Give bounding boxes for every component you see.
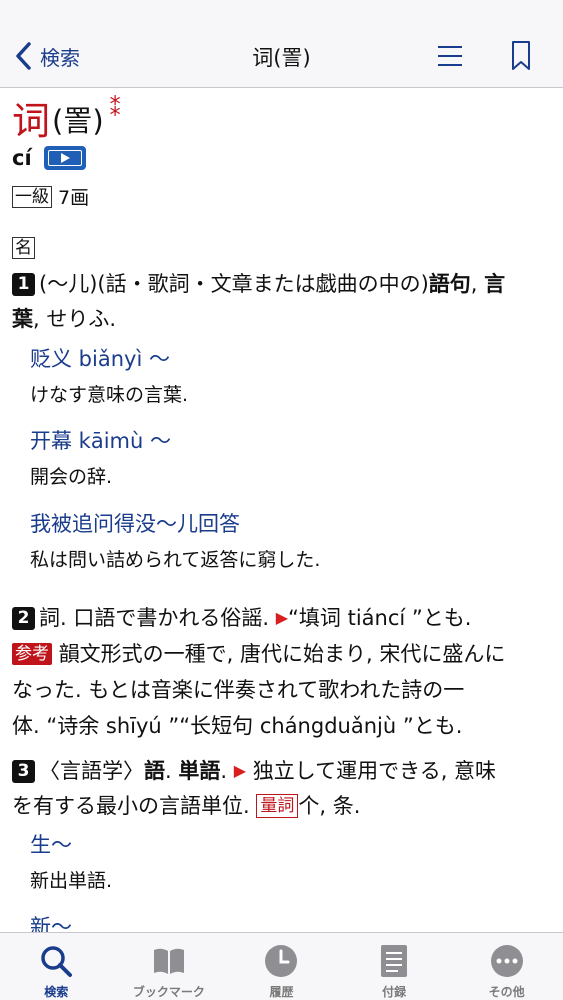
example-translation: けなす意味の言葉. bbox=[30, 384, 189, 406]
pinyin: cí bbox=[12, 146, 32, 170]
part-of-speech: 名 bbox=[12, 237, 35, 259]
sense-number: 3 bbox=[12, 760, 35, 783]
example-phrase[interactable]: 开幕 kāimù 〜 bbox=[30, 425, 171, 457]
tab-label: 検索 bbox=[44, 985, 69, 999]
pos-badge: 名 bbox=[12, 237, 35, 259]
example-phrase[interactable]: 贬义 biǎnyì 〜 bbox=[30, 343, 170, 375]
play-icon bbox=[60, 153, 70, 163]
tab-appendix[interactable]: 付録 bbox=[338, 933, 451, 1000]
traditional-form: (詈) bbox=[52, 104, 104, 138]
stroke-count: 7画 bbox=[58, 187, 90, 209]
play-audio-button[interactable] bbox=[43, 146, 86, 170]
example-phrase[interactable]: 新〜 bbox=[30, 911, 72, 932]
entry-content[interactable]: 词 (詈) ⁑ cí 一級 7画 名 1 (〜儿)(話・歌詞・文章または戯曲の中の… bbox=[0, 89, 563, 932]
tab-label: ブックマーク bbox=[132, 985, 205, 999]
search-icon bbox=[41, 946, 73, 977]
example-translation: 新出単語. bbox=[30, 870, 113, 892]
tab-label: 履歴 bbox=[269, 985, 294, 999]
example-phrase[interactable]: 生〜 bbox=[30, 829, 72, 861]
tab-more[interactable]: その他 bbox=[450, 933, 563, 1000]
sense-2-line-1: 2 詞. 口語で書かれる俗謡. ▶“填词 tiáncí ”とも. bbox=[12, 600, 471, 636]
sense-3-line-2: を有する最小の言語単位. 量詞 个, 条. bbox=[12, 794, 361, 818]
sense-number: 1 bbox=[12, 273, 35, 296]
sense-3-line-1: 3 〈言語学〉語. 単語. ▶ 独立して運用できる, 意味 bbox=[12, 753, 496, 789]
sense-2-line-3: なった. もとは音楽に伴奏されて歌われた詩の一 bbox=[12, 678, 465, 702]
tab-label: 付録 bbox=[382, 985, 407, 999]
bookmark-icon[interactable] bbox=[510, 40, 532, 72]
clock-icon bbox=[265, 945, 298, 977]
headword-row: 词 (詈) ⁑ bbox=[12, 97, 121, 144]
sense-2-line-4: 体. “诗余 shīyú ”“长短句 chángduǎnjù ”とも. bbox=[12, 714, 463, 738]
grade-badge: 一級 bbox=[12, 185, 52, 208]
tab-bar: 検索 ブックマーク 履歴 付録 その他 bbox=[0, 932, 563, 1000]
tab-bookmarks[interactable]: ブックマーク bbox=[113, 933, 226, 1000]
page-title: 词(詈) bbox=[252, 46, 311, 70]
grade-row: 一級 7画 bbox=[12, 183, 89, 210]
note-tag: 参考 bbox=[12, 643, 52, 665]
pinyin-row: cí bbox=[12, 146, 86, 170]
book-icon bbox=[153, 948, 184, 974]
sense-1-line-1: 1 (〜儿)(話・歌詞・文章または戯曲の中の)語句, 言 bbox=[12, 266, 505, 302]
example-translation: 私は問い詰められて返答に窮した. bbox=[30, 549, 321, 571]
document-icon bbox=[381, 945, 408, 977]
tab-search[interactable]: 検索 bbox=[0, 933, 113, 1000]
frequency-mark: ⁑ bbox=[109, 97, 121, 122]
sense-number: 2 bbox=[12, 607, 35, 630]
example-translation: 開会の辞. bbox=[30, 466, 113, 488]
more-icon bbox=[490, 945, 523, 977]
cross-reference-arrow-icon: ▶ bbox=[275, 608, 289, 627]
sense-1-line-2: 葉, せりふ. bbox=[12, 307, 117, 331]
menu-icon[interactable] bbox=[436, 42, 464, 70]
example-phrase[interactable]: 我被追问得没〜儿回答 bbox=[30, 508, 240, 540]
navigation-bar: 検索 词(詈) bbox=[0, 0, 563, 88]
headword: 词 bbox=[12, 99, 51, 143]
tab-history[interactable]: 履歴 bbox=[225, 933, 338, 1000]
measure-word-tag: 量詞 bbox=[256, 794, 299, 818]
cross-reference-arrow-icon: ▶ bbox=[233, 761, 247, 780]
sense-2-line-2: 参考 韻文形式の一種で, 唐代に始まり, 宋代に盛んに bbox=[12, 636, 505, 672]
tab-label: その他 bbox=[488, 985, 525, 999]
